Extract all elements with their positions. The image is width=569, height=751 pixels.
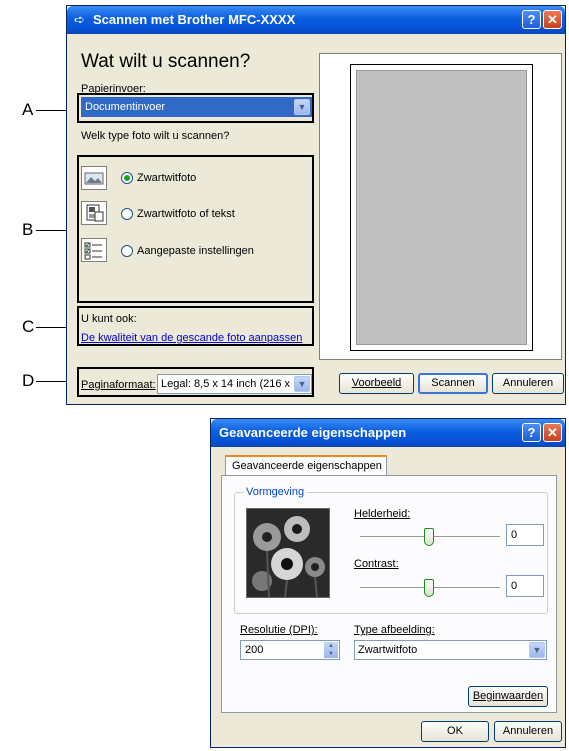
image-type-value: Zwartwitfoto bbox=[358, 644, 418, 656]
callout-a-box bbox=[77, 93, 314, 123]
callout-a: A bbox=[22, 100, 34, 119]
callout-d: D bbox=[22, 371, 35, 390]
callout-b: B bbox=[22, 220, 34, 239]
brightness-input[interactable]: 0 bbox=[506, 524, 544, 546]
callout-c: C bbox=[22, 317, 35, 336]
resolution-label: Resolutie (DPI): bbox=[240, 624, 318, 636]
advanced-dialog: Geavanceerde eigenschappen ? ✕ Geavancee… bbox=[210, 418, 566, 748]
close-button[interactable]: ✕ bbox=[543, 10, 562, 29]
tab-advanced-label: Geavanceerde eigenschappen bbox=[232, 460, 382, 472]
appearance-group-label: Vormgeving bbox=[244, 486, 307, 498]
advanced-cancel-button[interactable]: Annuleren bbox=[494, 721, 562, 742]
resolution-spinner[interactable]: 200 ▲ ▼ bbox=[240, 640, 340, 660]
preview-page bbox=[350, 64, 533, 351]
preview-image bbox=[356, 70, 527, 345]
advanced-dialog-titlebar[interactable]: Geavanceerde eigenschappen ? ✕ bbox=[211, 419, 565, 447]
tab-panel: Vormgeving Helderheid: 0 Contrast: 0 Res… bbox=[221, 475, 557, 713]
image-type-select[interactable]: Zwartwitfoto ▼ bbox=[354, 640, 547, 660]
image-type-label: Type afbeelding: bbox=[354, 624, 435, 636]
scanner-icon: ➪ bbox=[74, 12, 85, 27]
cancel-button[interactable]: Annuleren bbox=[492, 373, 564, 394]
contrast-value: 0 bbox=[511, 580, 518, 592]
brightness-value: 0 bbox=[511, 529, 518, 541]
contrast-label: Contrast: bbox=[354, 558, 399, 570]
callout-d-box bbox=[77, 367, 314, 397]
scan-dialog-titlebar[interactable]: ➪ Scannen met Brother MFC-XXXX ? ✕ bbox=[67, 6, 565, 34]
contrast-slider-thumb[interactable] bbox=[424, 579, 434, 597]
contrast-input[interactable]: 0 bbox=[506, 575, 544, 597]
help-button[interactable]: ? bbox=[522, 423, 541, 442]
preview-button[interactable]: Voorbeeld bbox=[339, 373, 414, 394]
ok-button[interactable]: OK bbox=[421, 721, 489, 742]
advanced-dialog-title: Geavanceerde eigenschappen bbox=[219, 425, 407, 440]
scan-heading: Wat wilt u scannen? bbox=[81, 51, 251, 72]
scan-button[interactable]: Scannen bbox=[418, 373, 488, 394]
callout-c-box bbox=[77, 306, 314, 346]
scan-dialog-title: Scannen met Brother MFC-XXXX bbox=[93, 12, 296, 27]
tab-advanced[interactable]: Geavanceerde eigenschappen bbox=[225, 455, 387, 475]
callout-b-box bbox=[77, 155, 314, 303]
sample-photo bbox=[246, 508, 330, 598]
brightness-slider-thumb[interactable] bbox=[424, 528, 434, 546]
preview-panel bbox=[319, 53, 562, 360]
help-button[interactable]: ? bbox=[522, 10, 541, 29]
brightness-label: Helderheid: bbox=[354, 508, 411, 520]
resolution-value: 200 bbox=[245, 644, 264, 656]
spinner-arrows-icon[interactable]: ▲ ▼ bbox=[324, 642, 338, 658]
chevron-down-icon[interactable]: ▼ bbox=[529, 642, 545, 658]
close-button[interactable]: ✕ bbox=[543, 423, 562, 442]
photo-type-question: Welk type foto wilt u scannen? bbox=[81, 130, 230, 142]
reset-button[interactable]: Beginwaarden bbox=[468, 686, 548, 707]
